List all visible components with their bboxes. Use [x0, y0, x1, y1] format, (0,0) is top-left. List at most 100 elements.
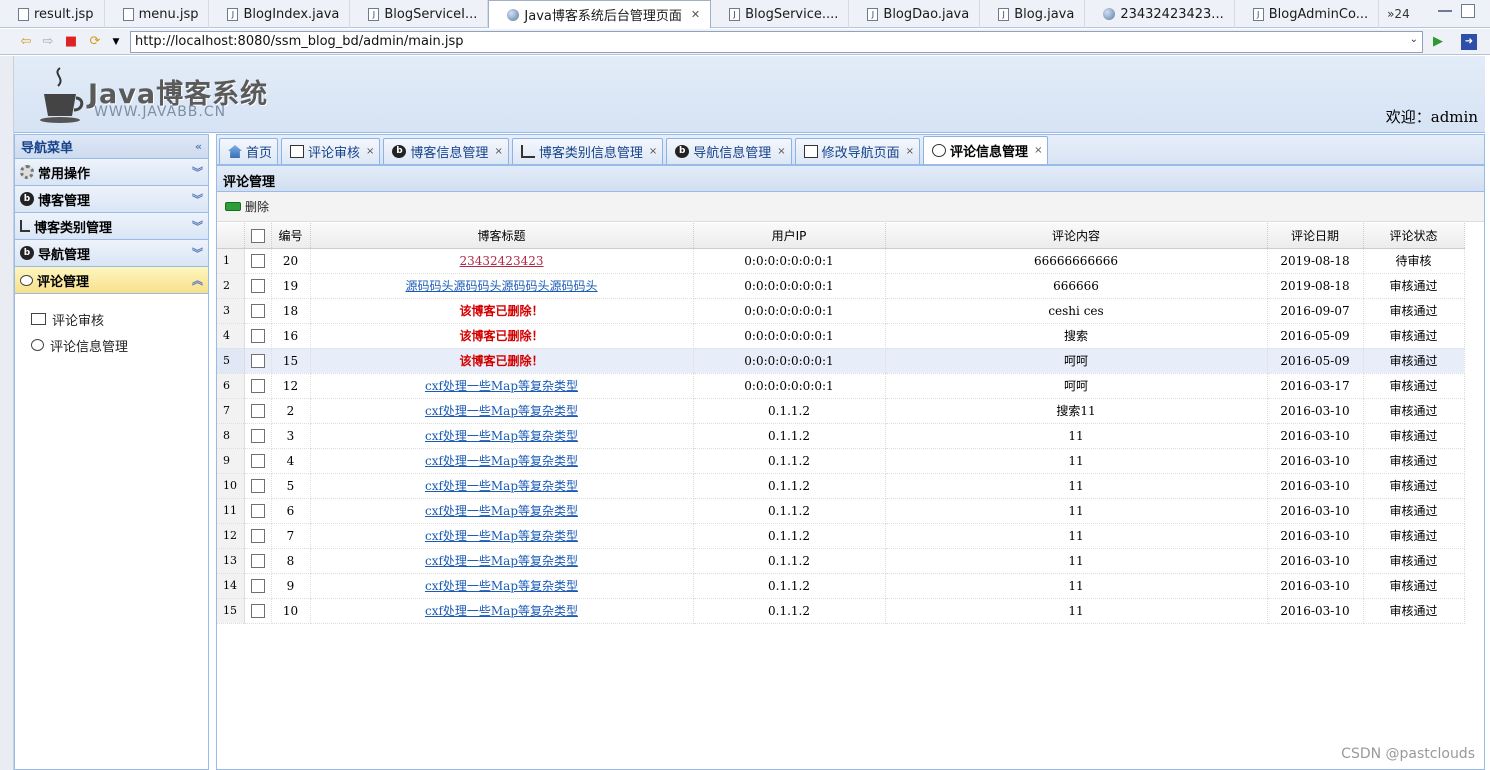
table-row[interactable]: 13 8 cxf处理一些Map等复杂类型 0.1.1.2 11 2016-03-10 审核通… [217, 548, 1465, 574]
table-row[interactable]: 4 16 该博客已删除！ 0:0:0:0:0:0:0:1 搜索 2016-05-09 审核通… [217, 323, 1465, 349]
editor-tab[interactable]: 23432423423... [1085, 0, 1235, 28]
tab-home[interactable]: 首页 [219, 138, 279, 164]
menu-section-nav[interactable]: b 导航管理 ︾ [15, 240, 208, 267]
row-checkbox[interactable] [250, 553, 265, 568]
blog-title-link[interactable]: cxf处理一些Map等复杂类型 [425, 504, 578, 518]
close-icon[interactable]: × [777, 146, 785, 157]
blog-title-link[interactable]: cxf处理一些Map等复杂类型 [425, 554, 578, 568]
refresh-icon[interactable]: ⟳ [87, 34, 103, 50]
select-all-checkbox[interactable] [250, 228, 265, 243]
menu-section-blog[interactable]: b 博客管理 ︾ [15, 186, 208, 213]
row-checkbox[interactable] [250, 328, 265, 343]
column-header[interactable]: 评论状态 [1363, 223, 1465, 249]
more-tabs-button[interactable]: »24 [1379, 0, 1418, 27]
row-checkbox[interactable] [250, 603, 265, 618]
close-icon[interactable]: × [366, 146, 374, 157]
close-icon[interactable]: ✕ [691, 8, 700, 21]
back-arrow-icon[interactable]: ⇦ [18, 34, 34, 50]
close-icon[interactable]: × [906, 146, 914, 157]
stop-icon[interactable]: ■ [63, 34, 79, 50]
tab-comment-review[interactable]: 评论审核 × [281, 138, 381, 164]
row-checkbox[interactable] [250, 478, 265, 493]
row-checkbox[interactable] [250, 453, 265, 468]
expand-icon[interactable]: ︾ [192, 245, 203, 261]
chevron-down-icon[interactable]: ⌄ [1410, 34, 1418, 45]
editor-tab[interactable]: J BlogAdminCo... [1235, 0, 1380, 28]
editor-tab-active[interactable]: Java博客系统后台管理页面 ✕ [488, 0, 712, 28]
row-checkbox[interactable] [250, 403, 265, 418]
table-row[interactable]: 8 3 cxf处理一些Map等复杂类型 0.1.1.2 11 2016-03-10 审核通过 [217, 423, 1465, 449]
minimize-icon[interactable] [1438, 10, 1452, 12]
table-row[interactable]: 14 9 cxf处理一些Map等复杂类型 0.1.1.2 11 2016-03-10 审核通… [217, 573, 1465, 599]
row-checkbox[interactable] [250, 253, 265, 268]
row-checkbox[interactable] [250, 428, 265, 443]
browser-menu-icon[interactable]: ➜ [1461, 34, 1477, 50]
expand-icon[interactable]: ︾ [192, 164, 203, 180]
blog-title-link[interactable]: cxf处理一些Map等复杂类型 [425, 404, 578, 418]
expand-icon[interactable]: ︾ [192, 191, 203, 207]
blog-title-link[interactable]: cxf处理一些Map等复杂类型 [425, 579, 578, 593]
table-row[interactable]: 15 10 cxf处理一些Map等复杂类型 0.1.1.2 11 2016-03-10 审核… [217, 598, 1465, 624]
editor-tab[interactable]: J Blog.java [980, 0, 1086, 28]
row-checkbox[interactable] [250, 503, 265, 518]
menu-item-comment-review[interactable]: 评论审核 [31, 306, 208, 332]
close-icon[interactable]: × [649, 146, 657, 157]
maximize-icon[interactable] [1461, 4, 1475, 18]
blog-title-link[interactable]: cxf处理一些Map等复杂类型 [425, 429, 578, 443]
column-header[interactable]: 用户IP [693, 223, 886, 249]
collapse-left-icon[interactable]: « [195, 140, 202, 153]
menu-section-common[interactable]: 常用操作 ︾ [15, 159, 208, 186]
editor-tab[interactable]: J BlogService.... [711, 0, 850, 28]
menu-item-comment-manage[interactable]: 评论信息管理 [31, 332, 208, 358]
delete-button[interactable]: 删除 [225, 198, 269, 215]
row-checkbox[interactable] [250, 578, 265, 593]
blog-title-link[interactable]: cxf处理一些Map等复杂类型 [425, 479, 578, 493]
table-row[interactable]: 9 4 cxf处理一些Map等复杂类型 0.1.1.2 11 2016-03-10 审核通过 [217, 448, 1465, 474]
dropdown-icon[interactable]: ▼ [108, 34, 124, 50]
column-header[interactable]: 博客标题 [310, 223, 694, 249]
editor-tab[interactable]: J BlogIndex.java [209, 0, 351, 28]
table-row[interactable]: 11 6 cxf处理一些Map等复杂类型 0.1.1.2 11 2016-03-10 审核通… [217, 498, 1465, 524]
row-checkbox[interactable] [250, 303, 265, 318]
table-row[interactable]: 5 15 该博客已删除！ 0:0:0:0:0:0:0:1 呵呵 2016-05-09 审核通… [217, 348, 1465, 374]
editor-tab[interactable]: menu.jsp [105, 0, 210, 28]
row-checkbox[interactable] [250, 353, 265, 368]
editor-tab[interactable]: J BlogDao.java [849, 0, 981, 28]
editor-tab[interactable]: result.jsp [0, 0, 105, 28]
go-icon[interactable]: ▶ [1430, 34, 1446, 50]
menu-section-blog-type[interactable]: 博客类别管理 ︾ [15, 213, 208, 240]
tab-blog-manage[interactable]: b 博客信息管理 × [383, 138, 509, 164]
row-checkbox[interactable] [250, 378, 265, 393]
row-checkbox[interactable] [250, 528, 265, 543]
tab-blog-type-manage[interactable]: 博客类别信息管理 × [511, 138, 664, 164]
forward-arrow-icon[interactable]: ⇨ [40, 34, 56, 50]
table-row[interactable]: 7 2 cxf处理一些Map等复杂类型 0.1.1.2 搜索11 2016-03-10 审核… [217, 398, 1465, 424]
table-row[interactable]: 10 5 cxf处理一些Map等复杂类型 0.1.1.2 11 2016-03-10 审核通… [217, 473, 1465, 499]
table-row[interactable]: 6 12 cxf处理一些Map等复杂类型 0:0:0:0:0:0:0:1 呵呵 2016-… [217, 373, 1465, 399]
tab-nav-manage[interactable]: b 导航信息管理 × [666, 138, 792, 164]
editor-tab[interactable]: J BlogServiceI... [350, 0, 489, 28]
menu-section-comment[interactable]: 评论管理 ︽ [15, 267, 208, 294]
expand-icon[interactable]: ︾ [192, 218, 203, 234]
column-header[interactable]: 评论日期 [1267, 223, 1364, 249]
tab-edit-nav[interactable]: 修改导航页面 × [794, 138, 921, 164]
table-row[interactable]: 12 7 cxf处理一些Map等复杂类型 0.1.1.2 11 2016-03-10 审核通… [217, 523, 1465, 549]
user-ip: 0:0:0:0:0:0:0:1 [693, 298, 886, 324]
row-checkbox[interactable] [250, 278, 265, 293]
close-icon[interactable]: × [494, 146, 502, 157]
blog-title-link[interactable]: cxf处理一些Map等复杂类型 [425, 379, 578, 393]
blog-title-link[interactable]: cxf处理一些Map等复杂类型 [425, 454, 578, 468]
table-row[interactable]: 2 19 源码码头源码码头源码码头源码码头 0:0:0:0:0:0:0:1 666666… [217, 273, 1465, 299]
table-row[interactable]: 3 18 该博客已删除！ 0:0:0:0:0:0:0:1 ceshi ces 2016-0… [217, 298, 1465, 324]
column-header[interactable]: 评论内容 [885, 223, 1268, 249]
tab-comment-manage[interactable]: 评论信息管理 × [923, 136, 1049, 164]
blog-title-link[interactable]: 源码码头源码码头源码码头源码码头 [405, 279, 597, 293]
table-row[interactable]: 1 20 23432423423 0:0:0:0:0:0:0:1 66666666666… [217, 248, 1465, 274]
blog-title-link[interactable]: cxf处理一些Map等复杂类型 [425, 529, 578, 543]
blog-title-link[interactable]: 23432423423 [460, 254, 544, 268]
blog-title-link[interactable]: cxf处理一些Map等复杂类型 [425, 604, 578, 618]
collapse-icon[interactable]: ︽ [192, 272, 203, 288]
close-icon[interactable]: × [1034, 145, 1042, 156]
column-header[interactable]: 编号 [271, 223, 311, 249]
url-input[interactable]: http://localhost:8080/ssm_blog_bd/admin/… [130, 31, 1423, 53]
